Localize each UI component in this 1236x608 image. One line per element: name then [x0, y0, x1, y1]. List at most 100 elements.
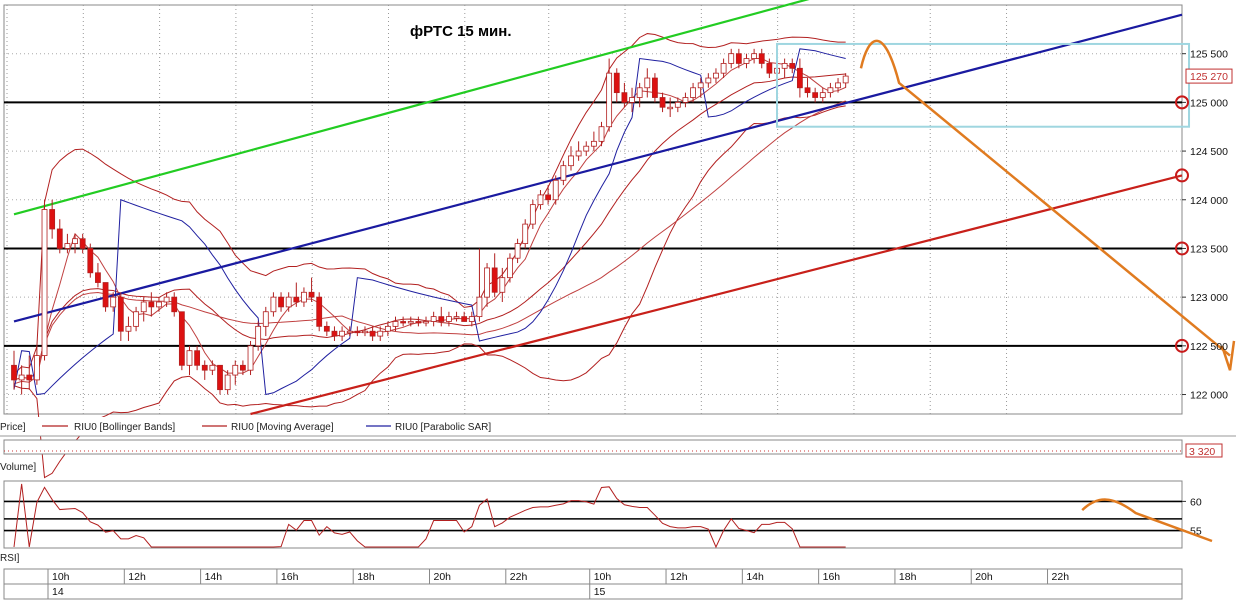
candle-body	[568, 155, 574, 167]
candle-body	[682, 97, 689, 103]
volume-label: Volume]	[0, 462, 36, 473]
candle-body	[819, 92, 826, 98]
candle-body	[720, 63, 727, 74]
candle-body	[384, 325, 391, 332]
candle-body	[171, 296, 178, 313]
chart-title: фРТС 15 мин.	[410, 23, 512, 40]
candle-body	[117, 296, 124, 332]
time-tick-label: 14h	[205, 571, 223, 583]
candle-body	[598, 126, 605, 142]
legend-bar	[0, 417, 1236, 436]
candle-body	[758, 53, 765, 64]
candle-body	[339, 330, 345, 337]
candle-body	[308, 291, 315, 298]
volume-value: 3 320	[1189, 446, 1215, 458]
candle-body	[163, 296, 170, 303]
candle-body	[430, 316, 437, 322]
rsi-panel[interactable]	[3, 480, 1183, 549]
candle-body	[690, 87, 696, 98]
candle-body	[33, 355, 40, 381]
candle-body	[11, 364, 17, 381]
time-tick-label: 16h	[823, 571, 841, 583]
time-tick-label: 22h	[510, 571, 528, 583]
candle-body	[674, 101, 681, 108]
time-tick-label: 16h	[281, 571, 299, 583]
candle-body	[552, 179, 559, 201]
legend-sar: RIU0 [Parabolic SAR]	[395, 422, 491, 433]
candle-body	[461, 316, 468, 322]
time-tick-label: 22h	[1052, 571, 1070, 583]
candle-body	[41, 209, 48, 356]
candle-body	[354, 330, 361, 334]
candle-body	[491, 267, 498, 293]
candle-body	[278, 296, 284, 308]
candle-body	[201, 364, 208, 371]
legend-bollinger: RIU0 [Bollinger Bands]	[74, 422, 175, 433]
candle-body	[415, 321, 422, 324]
candle-body	[285, 296, 292, 308]
last-price-label: 125 270	[1190, 71, 1228, 83]
candle-body	[644, 77, 651, 89]
candle-body	[140, 301, 147, 313]
candle-body	[827, 87, 834, 94]
volume-panel[interactable]	[3, 439, 1183, 455]
candle-body	[209, 364, 216, 371]
candle-body	[331, 330, 338, 337]
candle-body	[468, 316, 475, 322]
candle-body	[796, 67, 803, 89]
candle-body	[766, 63, 773, 74]
price-tick-label: 124 000	[1190, 195, 1228, 207]
price-tick-label: 125 500	[1190, 49, 1228, 61]
candle-body	[613, 72, 620, 94]
candle-body	[751, 53, 758, 59]
price-tick-label: 125 000	[1190, 97, 1228, 109]
candle-body	[64, 243, 71, 249]
candle-body	[667, 106, 674, 110]
time-tick-label: 12h	[670, 571, 688, 583]
candle-body	[522, 223, 529, 244]
candle-body	[95, 272, 101, 283]
price-tick-label: 122 500	[1190, 341, 1228, 353]
candle-body	[407, 321, 414, 324]
time-tick-label: 20h	[975, 571, 993, 583]
candle	[87, 243, 94, 278]
time-tick-label: 10h	[594, 571, 612, 583]
candle-body	[369, 330, 376, 337]
candle-body	[476, 296, 483, 318]
candle-body	[629, 97, 635, 103]
candle	[41, 199, 48, 361]
candle-body	[789, 63, 796, 69]
price-tick-label: 124 500	[1190, 146, 1228, 158]
rsi-tick-label: 60	[1190, 496, 1202, 508]
candle-body	[697, 82, 704, 89]
candle-body	[26, 374, 33, 381]
candle-body	[781, 63, 788, 69]
candle-body	[705, 77, 712, 84]
legend: Price] RIU0 [Bollinger Bands] RIU0 [Movi…	[0, 422, 491, 433]
candle-body	[87, 248, 94, 274]
legend-ma: RIU0 [Moving Average]	[231, 422, 334, 433]
candle-body	[362, 330, 368, 334]
chart-canvas: фРТС 15 мин. 125 500 125 000 124 500 124 00…	[0, 0, 1236, 600]
rsi-label: RSI]	[0, 553, 20, 564]
candle-body	[812, 92, 819, 98]
candle-body	[346, 330, 353, 334]
candle-body	[835, 82, 841, 89]
candle-body	[636, 87, 643, 98]
candle-body	[239, 364, 246, 371]
candle-body	[232, 364, 239, 376]
candle-body	[438, 316, 445, 322]
candle-body	[621, 92, 628, 103]
price-tick-label: 123 500	[1190, 243, 1228, 255]
candle-body	[728, 53, 735, 64]
candle-body	[484, 267, 490, 298]
candle	[178, 311, 185, 371]
time-tick-label: 10h	[52, 571, 70, 583]
price-tick-label: 123 000	[1190, 292, 1228, 304]
candle-body	[156, 301, 162, 308]
candle-body	[323, 325, 330, 332]
time-tick-label: 14h	[746, 571, 764, 583]
time-tick-label: 20h	[434, 571, 452, 583]
candle-body	[606, 72, 613, 128]
candle-body	[735, 53, 742, 64]
